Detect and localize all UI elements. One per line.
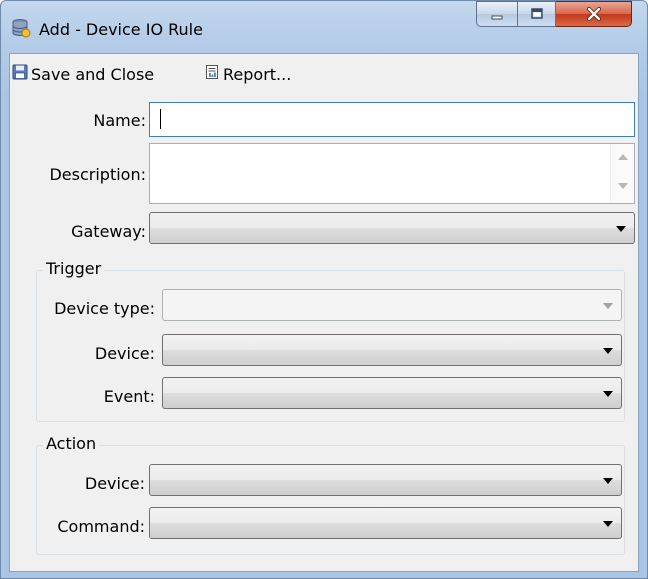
dialog-client-area: Save and Close Report... Name: Descripti… [9, 53, 639, 572]
gateway-dropdown[interactable] [149, 212, 635, 244]
command-label: Command: [57, 517, 145, 536]
chevron-down-icon [603, 478, 613, 484]
chevron-down-icon [603, 303, 613, 309]
save-and-close-button[interactable]: Save and Close [12, 62, 154, 86]
database-rule-icon [11, 18, 31, 38]
chevron-down-icon [616, 226, 626, 232]
event-dropdown[interactable] [162, 377, 622, 409]
gateway-label: Gateway: [71, 222, 146, 241]
minimize-button[interactable] [476, 1, 518, 27]
caption-buttons [476, 1, 636, 27]
event-label: Event: [103, 387, 155, 406]
scroll-up-icon[interactable] [618, 154, 628, 160]
trigger-device-dropdown[interactable] [162, 334, 622, 366]
action-device-dropdown[interactable] [149, 464, 622, 496]
toolbar: Save and Close Report... [10, 54, 638, 92]
report-button[interactable]: Report... [204, 62, 291, 86]
chevron-down-icon [603, 521, 613, 527]
floppy-disk-icon [12, 64, 31, 84]
text-caret [160, 109, 161, 129]
description-input[interactable] [149, 143, 635, 204]
description-label: Description: [49, 165, 146, 184]
maximize-icon [518, 2, 555, 26]
window-title: Add - Device IO Rule [39, 20, 203, 39]
close-button[interactable] [556, 1, 632, 27]
command-dropdown[interactable] [149, 507, 622, 539]
save-and-close-label: Save and Close [31, 64, 155, 84]
device-type-label: Device type: [54, 299, 155, 318]
chevron-down-icon [603, 391, 613, 397]
minimize-icon [477, 2, 517, 26]
report-icon [204, 64, 223, 84]
action-device-label: Device: [84, 474, 145, 493]
trigger-group-title: Trigger [43, 259, 105, 278]
action-group-title: Action [43, 434, 100, 453]
description-scrollbar[interactable] [610, 144, 634, 203]
dialog-window: Add - Device IO Rule Save and Close Repo… [0, 0, 648, 579]
name-input[interactable] [149, 102, 635, 137]
trigger-device-label: Device: [94, 344, 155, 363]
close-icon [556, 2, 631, 26]
chevron-down-icon [603, 348, 613, 354]
maximize-button[interactable] [518, 1, 556, 27]
scroll-down-icon[interactable] [618, 183, 628, 189]
name-label: Name: [93, 111, 146, 130]
title-bar[interactable]: Add - Device IO Rule [1, 1, 647, 53]
device-type-dropdown[interactable] [162, 289, 622, 321]
report-label: Report... [223, 64, 292, 84]
